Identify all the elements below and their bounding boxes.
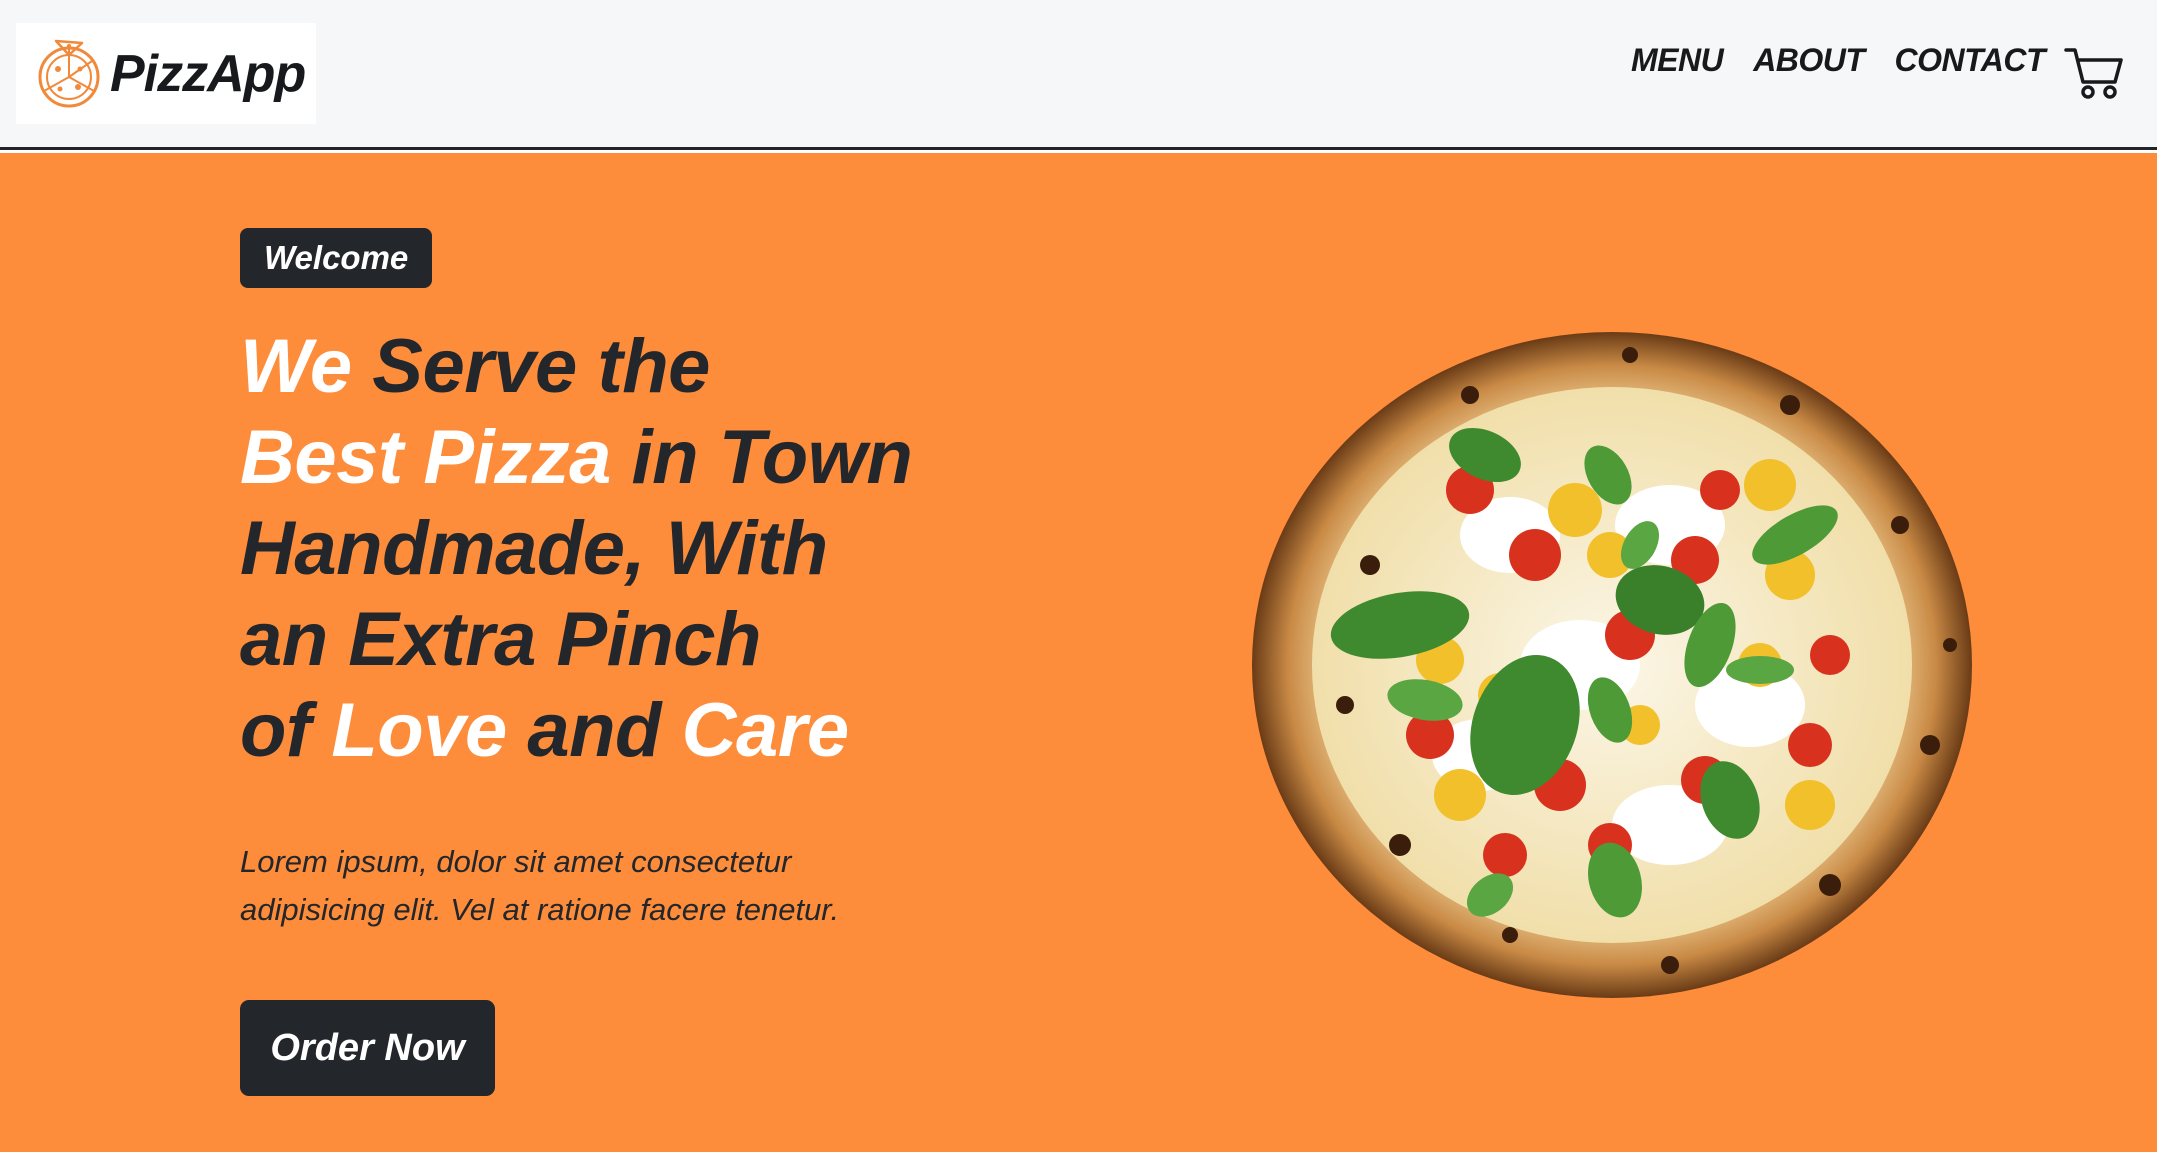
hero-description: Lorem ipsum, dolor sit amet consectetur … <box>240 844 840 927</box>
order-now-button[interactable]: Order Now <box>240 1000 495 1096</box>
nav-menu-link[interactable]: MENU <box>1631 42 1724 79</box>
headline-line-4: an Extra Pinch <box>240 597 761 682</box>
headline-text: Serve the <box>351 324 710 409</box>
headline-highlight: Best Pizza <box>240 415 611 500</box>
site-header: PizzApp MENU ABOUT CONTACT <box>0 0 2157 150</box>
pizza-image <box>1252 332 1972 998</box>
logo[interactable]: PizzApp <box>16 23 316 124</box>
logo-text: PizzApp <box>110 44 306 103</box>
headline-line-5: of Love and Care <box>240 685 912 776</box>
headline-line-2: Best Pizza in Town <box>240 412 913 503</box>
welcome-badge: Welcome <box>240 228 433 288</box>
headline-highlight: Love <box>331 688 507 773</box>
headline-text: and <box>506 688 682 773</box>
nav-contact-link[interactable]: CONTACT <box>1894 42 2045 79</box>
headline-line-1: We Serve the <box>240 321 912 412</box>
main-nav: MENU ABOUT CONTACT <box>1631 42 2046 79</box>
hero-headline: We Serve the Best Pizza in Town Handmade… <box>240 321 913 776</box>
headline-text: in Town <box>610 415 913 500</box>
headline-line-3: Handmade, With <box>240 506 828 591</box>
shopping-cart-icon[interactable] <box>2064 44 2124 100</box>
pizza-slice-icon <box>38 39 100 107</box>
headline-text: of <box>240 688 332 773</box>
headline-highlight: Care <box>681 688 850 773</box>
headline-highlight: We <box>240 324 352 409</box>
nav-about-link[interactable]: ABOUT <box>1753 42 1865 79</box>
hero-section: Welcome We Serve the Best Pizza in Town … <box>0 153 2157 1152</box>
